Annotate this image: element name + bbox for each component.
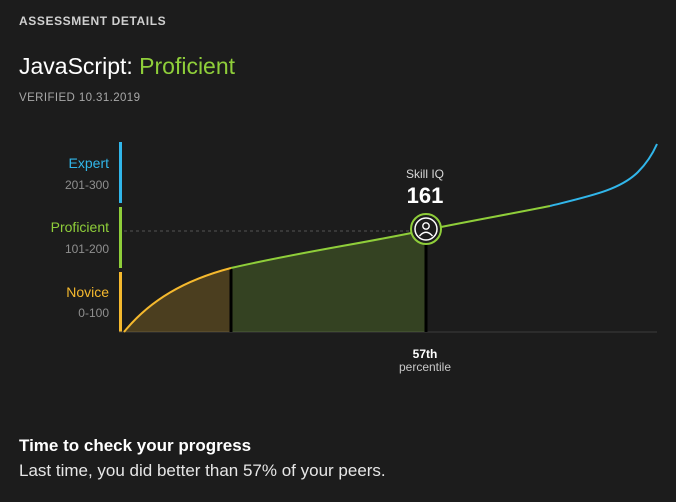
percentile-label: percentile bbox=[398, 360, 452, 374]
proficient-area bbox=[231, 230, 426, 332]
skill-iq-value: 161 bbox=[406, 183, 444, 208]
progress-heading: Time to check your progress bbox=[19, 436, 252, 455]
novice-area bbox=[124, 268, 231, 332]
skill-curve-chart bbox=[119, 143, 658, 333]
percentile-value: 57th bbox=[412, 347, 438, 361]
progress-message: Last time, you did better than 57% of yo… bbox=[19, 461, 386, 480]
score-marker bbox=[410, 213, 442, 245]
skill-iq-label: Skill IQ bbox=[405, 167, 444, 181]
